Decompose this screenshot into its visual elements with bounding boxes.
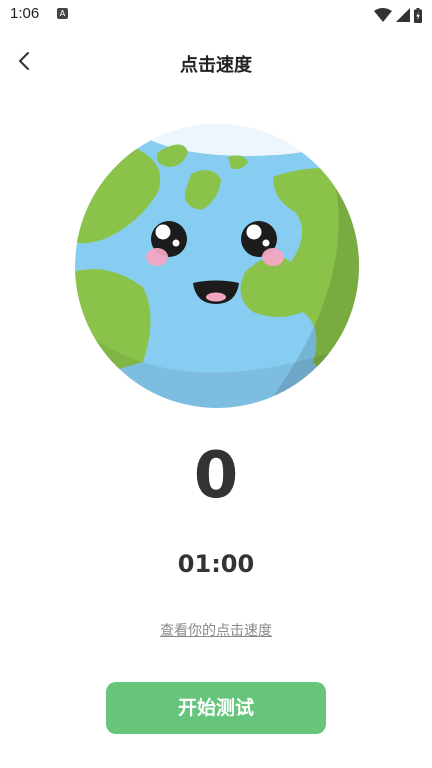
status-icons bbox=[374, 6, 422, 24]
battery-icon bbox=[414, 7, 422, 23]
signal-icon bbox=[396, 8, 410, 22]
start-test-button[interactable]: 开始测试 bbox=[106, 682, 326, 734]
earth-mascot-illustration bbox=[75, 124, 359, 408]
timer: 01:00 bbox=[177, 550, 255, 578]
notification-icon: A bbox=[57, 8, 68, 19]
click-count: 0 bbox=[193, 439, 239, 513]
status-time: 1:06 bbox=[10, 5, 40, 22]
wifi-icon bbox=[374, 8, 392, 22]
status-bar: 1:06 A bbox=[0, 0, 432, 30]
page-title: 点击速度 bbox=[180, 55, 252, 76]
app-bar: 点击速度 bbox=[0, 38, 432, 86]
view-speed-link[interactable]: 查看你的点击速度 bbox=[0, 620, 432, 642]
